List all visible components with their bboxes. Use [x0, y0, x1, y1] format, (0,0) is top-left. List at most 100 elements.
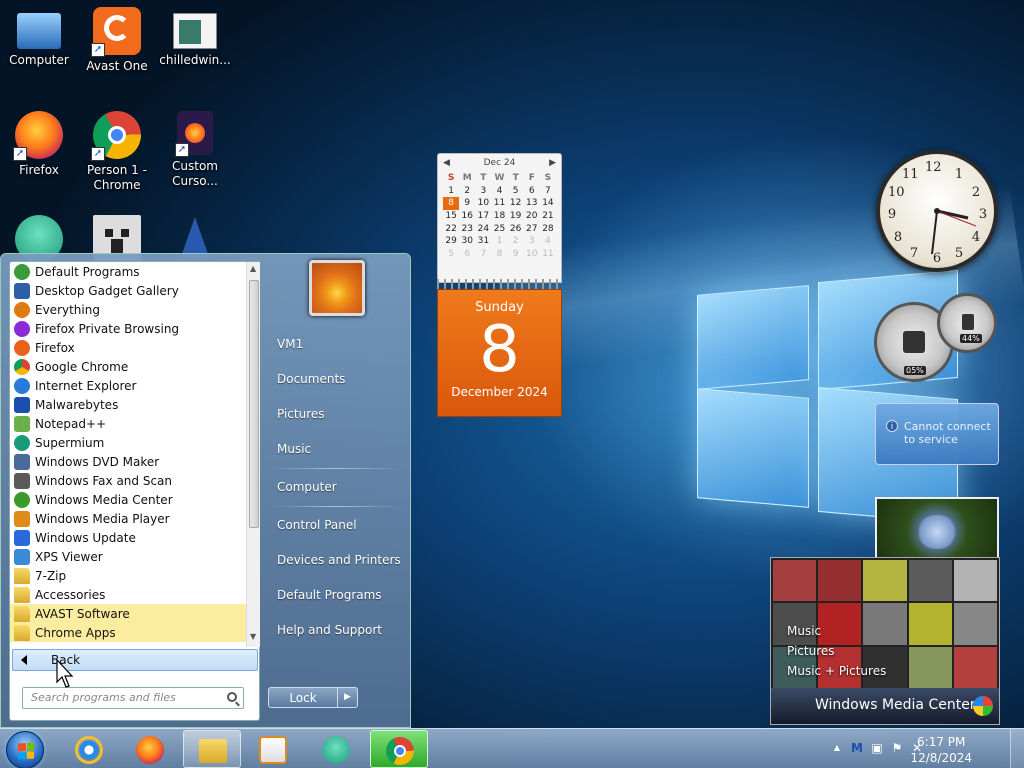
firefox-taskbar-button[interactable]: [121, 730, 179, 768]
calendar-day[interactable]: 27: [524, 222, 540, 235]
calendar-day[interactable]: 26: [508, 222, 524, 235]
media-player-taskbar-button[interactable]: [244, 730, 302, 768]
calendar-day[interactable]: 11: [491, 197, 507, 210]
start-link-music[interactable]: Music: [277, 442, 311, 456]
program-item[interactable]: Everything: [10, 300, 246, 319]
program-item[interactable]: Notepad++: [10, 414, 246, 433]
supermium-taskbar-button[interactable]: [307, 730, 365, 768]
clock-gadget[interactable]: 12 1 2 3 4 5 6 7 8 9 10 11: [876, 150, 998, 272]
media-center-item[interactable]: Music + Pictures: [787, 661, 886, 681]
desktop-icon-chrome-person[interactable]: ➚ Person 1 - Chrome: [79, 111, 155, 193]
calendar-day[interactable]: 31: [475, 235, 491, 248]
lock-button[interactable]: Lock ▶: [268, 687, 358, 708]
media-center-item[interactable]: Music: [787, 621, 886, 641]
calendar-day-next-month[interactable]: 5: [443, 248, 459, 261]
media-center-bar[interactable]: Windows Media Center: [771, 688, 999, 724]
calendar-day-page[interactable]: Sunday 8 December 2024: [437, 289, 562, 417]
show-desktop-button[interactable]: [1010, 729, 1024, 768]
start-link-computer[interactable]: Computer: [277, 480, 337, 494]
network-icon[interactable]: ▣: [870, 741, 884, 755]
media-center-gadget[interactable]: Music Pictures Music + Pictures Windows …: [770, 557, 1000, 725]
program-item[interactable]: Windows Media Player: [10, 509, 246, 528]
program-item[interactable]: Internet Explorer: [10, 376, 246, 395]
calendar-day[interactable]: 1: [443, 185, 459, 198]
scroll-down-icon[interactable]: ▼: [250, 632, 256, 641]
search-input[interactable]: Search programs and files: [22, 687, 244, 709]
calendar-day-next-month[interactable]: 8: [491, 248, 507, 261]
program-item[interactable]: Desktop Gadget Gallery: [10, 281, 246, 300]
program-item[interactable]: Default Programs: [10, 262, 246, 281]
desktop-icon-avast[interactable]: ➚ Avast One: [79, 7, 155, 74]
start-link-documents[interactable]: Documents: [277, 372, 345, 386]
program-folder-highlighted[interactable]: Chrome Apps: [10, 623, 246, 642]
show-hidden-icons[interactable]: ▲: [830, 741, 844, 755]
calendar-day[interactable]: 17: [475, 210, 491, 223]
scrollbar-thumb[interactable]: [249, 280, 259, 528]
program-item[interactable]: Malwarebytes: [10, 395, 246, 414]
calendar-day-next-month[interactable]: 10: [524, 248, 540, 261]
back-button[interactable]: Back: [12, 649, 258, 671]
program-item[interactable]: Windows Fax and Scan: [10, 471, 246, 490]
program-item[interactable]: Firefox: [10, 338, 246, 357]
slideshow-gadget[interactable]: [875, 497, 999, 559]
calendar-day[interactable]: 13: [524, 197, 540, 210]
calendar-day[interactable]: 29: [443, 235, 459, 248]
calendar-day[interactable]: 19: [508, 210, 524, 223]
calendar-day[interactable]: 28: [540, 222, 556, 235]
calendar-day[interactable]: 16: [459, 210, 475, 223]
action-center-flag-icon[interactable]: ⚑: [890, 741, 904, 755]
calendar-day[interactable]: 7: [540, 185, 556, 198]
calendar-day[interactable]: 30: [459, 235, 475, 248]
calendar-day[interactable]: 9: [459, 197, 475, 210]
calendar-day[interactable]: 21: [540, 210, 556, 223]
program-item[interactable]: Windows DVD Maker: [10, 452, 246, 471]
start-link-control-panel[interactable]: Control Panel: [277, 518, 357, 532]
program-item[interactable]: Windows Update: [10, 528, 246, 547]
calendar-day[interactable]: 25: [491, 222, 507, 235]
scroll-up-icon[interactable]: ▲: [250, 264, 256, 273]
media-center-item[interactable]: Pictures: [787, 641, 886, 661]
calendar-day-next-month[interactable]: 2: [508, 235, 524, 248]
desktop-icon-custom-cursor[interactable]: ➚ Custom Curso...: [157, 111, 233, 189]
calendar-day-next-month[interactable]: 7: [475, 248, 491, 261]
calendar-day[interactable]: 15: [443, 210, 459, 223]
program-folder[interactable]: Accessories: [10, 585, 246, 604]
calendar-day-next-month[interactable]: 4: [540, 235, 556, 248]
memory-meter-gadget[interactable]: 44%: [937, 293, 997, 353]
start-link-default-programs[interactable]: Default Programs: [277, 588, 382, 602]
calendar-day[interactable]: 20: [524, 210, 540, 223]
start-menu[interactable]: Default Programs Desktop Gadget Gallery …: [0, 253, 411, 728]
malwarebytes-tray-icon[interactable]: M: [850, 741, 864, 755]
calendar-day[interactable]: 24: [475, 222, 491, 235]
calendar-day-next-month[interactable]: 9: [508, 248, 524, 261]
program-item[interactable]: Supermium: [10, 433, 246, 452]
calendar-gadget[interactable]: ◀ Dec 24 ▶ S M T W T F S 1 2 3 4 5 6 7 8…: [437, 153, 562, 417]
calendar-day[interactable]: 22: [443, 222, 459, 235]
start-link-user[interactable]: VM1: [277, 337, 303, 351]
desktop-icon-computer[interactable]: Computer: [1, 7, 77, 68]
calendar-day-today[interactable]: 8: [443, 197, 460, 210]
calendar-day[interactable]: 14: [540, 197, 556, 210]
calendar-day[interactable]: 4: [491, 185, 507, 198]
desktop-icon-firefox[interactable]: ➚ Firefox: [1, 111, 77, 178]
power-options-arrow-icon[interactable]: ▶: [337, 688, 357, 707]
search-icon[interactable]: [227, 692, 237, 702]
ie-taskbar-button[interactable]: [60, 730, 118, 768]
calendar-day-next-month[interactable]: 11: [540, 248, 556, 261]
calendar-day[interactable]: 5: [508, 185, 524, 198]
start-link-devices-printers[interactable]: Devices and Printers: [277, 553, 401, 567]
start-button[interactable]: [6, 731, 44, 768]
program-item[interactable]: Firefox Private Browsing: [10, 319, 246, 338]
calendar-day-next-month[interactable]: 3: [524, 235, 540, 248]
program-folder[interactable]: 7-Zip: [10, 566, 246, 585]
calendar-day[interactable]: 18: [491, 210, 507, 223]
calendar-day[interactable]: 6: [524, 185, 540, 198]
programs-scrollbar[interactable]: ▲ ▼: [246, 262, 260, 647]
chrome-taskbar-button[interactable]: [370, 730, 428, 768]
start-link-pictures[interactable]: Pictures: [277, 407, 325, 421]
explorer-taskbar-button[interactable]: [183, 730, 241, 768]
start-link-help-support[interactable]: Help and Support: [277, 623, 382, 637]
user-avatar[interactable]: [309, 260, 365, 316]
taskbar-clock[interactable]: 6:17 PM 12/8/2024: [910, 734, 972, 766]
calendar-day-next-month[interactable]: 1: [491, 235, 507, 248]
